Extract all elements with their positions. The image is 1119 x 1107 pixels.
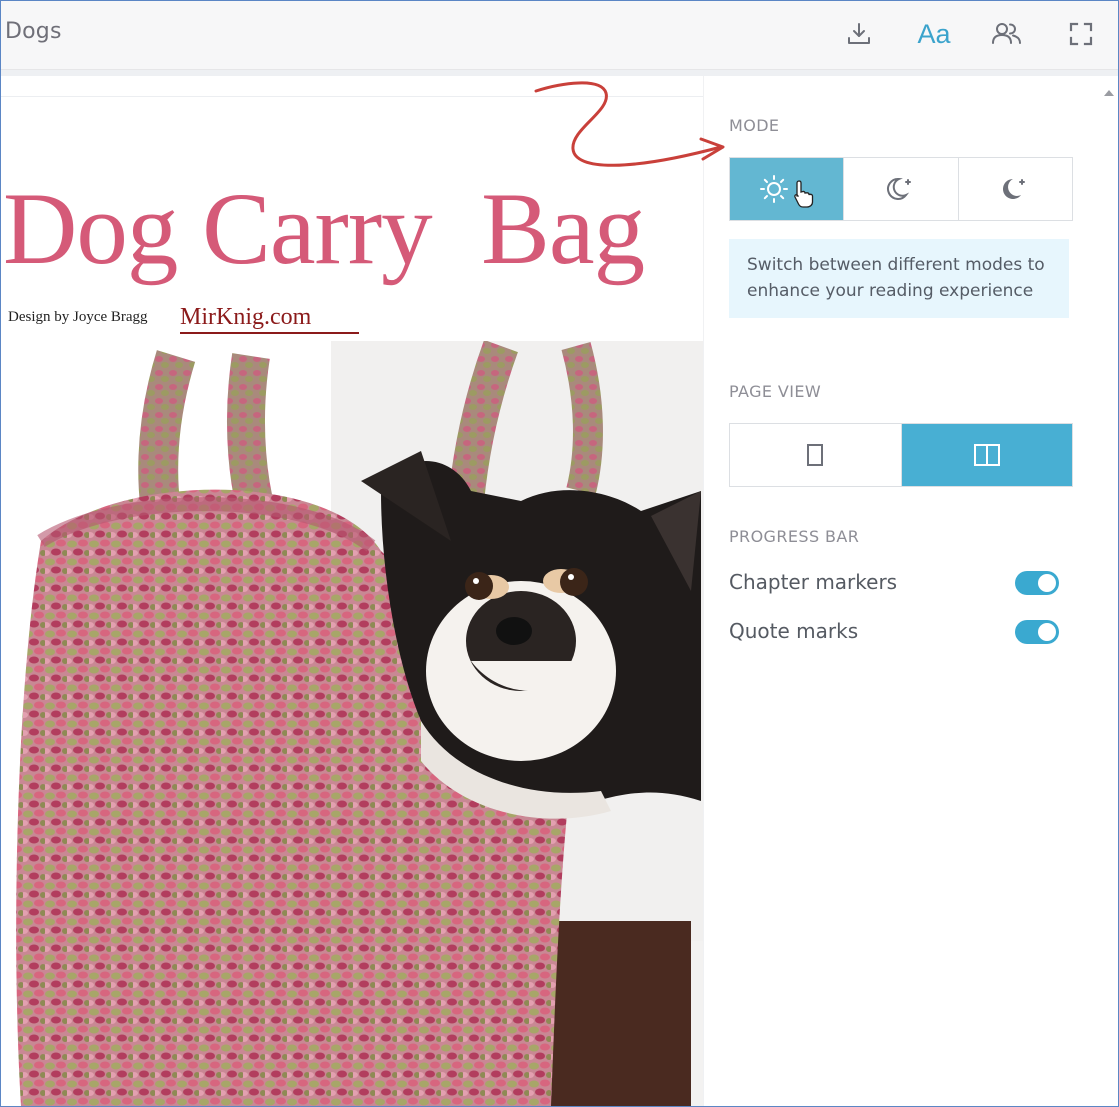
quote-marks-label: Quote marks	[729, 619, 859, 643]
app-window: Dogs Aa Dog Carry Bag Design by Joyce Br…	[0, 0, 1119, 1107]
book-page: Dog Carry Bag Design by Joyce Bragg MirK…	[1, 76, 703, 1106]
mode-info-box: Switch between different modes to enhanc…	[729, 239, 1069, 318]
watermark-text: MirKnig.com	[180, 304, 312, 330]
dog-in-bag-photo	[1, 341, 703, 1106]
watermark-underline	[180, 332, 359, 334]
font-settings-button[interactable]: Aa	[917, 17, 951, 51]
annotation-arrow	[534, 81, 725, 167]
users-icon[interactable]	[990, 17, 1024, 51]
dark-mode-button[interactable]	[844, 158, 959, 220]
sun-icon	[759, 175, 788, 203]
pointer-cursor-icon	[793, 180, 813, 208]
toggle-knob	[1038, 623, 1056, 641]
two-page-icon	[973, 444, 1000, 466]
page-view-selector	[729, 423, 1073, 487]
progress-bar-section-label: PROGRESS BAR	[729, 527, 860, 546]
fullscreen-icon[interactable]	[1064, 17, 1098, 51]
top-bar: Dogs Aa	[1, 1, 1118, 70]
chapter-markers-toggle[interactable]	[1015, 571, 1059, 595]
scroll-up-arrow-icon[interactable]	[1100, 82, 1118, 102]
page-view-section-label: PAGE VIEW	[729, 382, 822, 401]
download-icon[interactable]	[842, 17, 876, 51]
night-mode-button[interactable]	[959, 158, 1072, 220]
moon-outline-icon	[887, 177, 911, 200]
quote-marks-row: Quote marks	[729, 615, 1059, 649]
chapter-markers-row: Chapter markers	[729, 566, 1059, 600]
mode-selector	[729, 157, 1073, 221]
panel-scrollbar[interactable]	[1100, 76, 1118, 1106]
display-settings-panel: MODE Switch between different modes to e…	[703, 76, 1101, 1106]
single-page-view-button[interactable]	[730, 424, 902, 486]
two-page-view-button[interactable]	[901, 424, 1072, 486]
toggle-knob	[1038, 574, 1056, 592]
quote-marks-toggle[interactable]	[1015, 620, 1059, 644]
designer-byline: Design by Joyce Bragg	[8, 309, 148, 325]
moon-filled-icon	[1003, 179, 1026, 199]
chapter-markers-label: Chapter markers	[729, 570, 898, 594]
single-page-icon	[807, 444, 824, 466]
book-title: Dogs	[5, 19, 62, 44]
